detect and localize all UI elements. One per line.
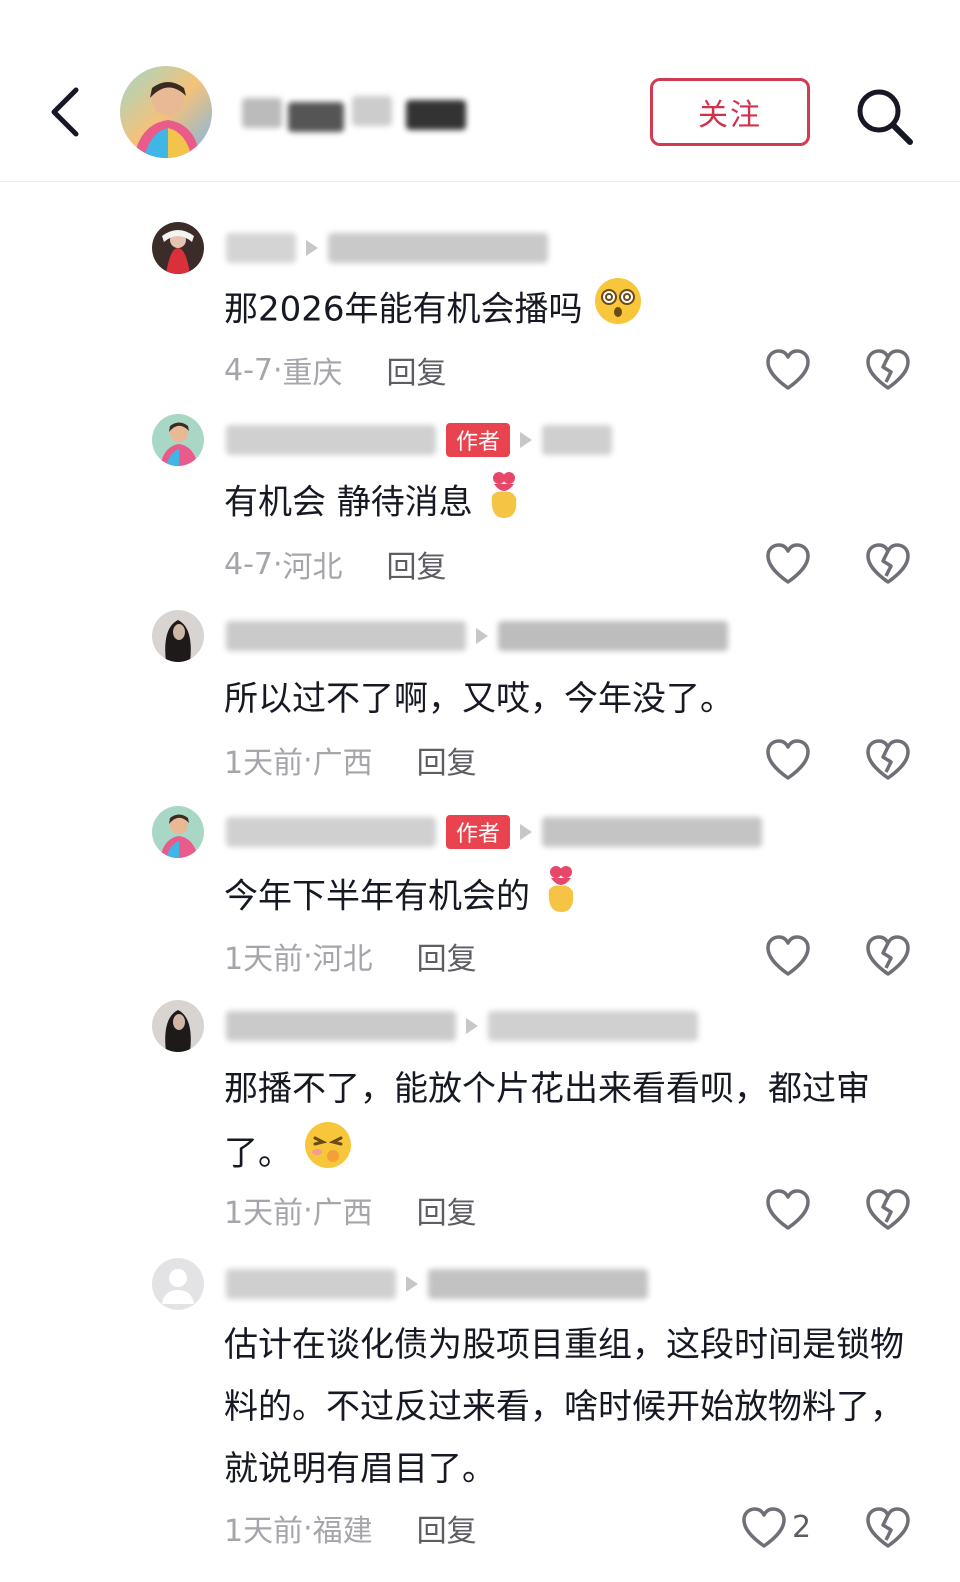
comment-text: 那播不了，能放个片花出来看看呗，都过审了。: [224, 1058, 914, 1190]
like-button[interactable]: [764, 542, 812, 586]
heart-hands-emoji-icon: [484, 468, 524, 540]
like-count: 2: [792, 1510, 812, 1545]
comment-time: 4-7: [224, 546, 273, 582]
heart-icon: [766, 739, 810, 780]
comment-time: 1天前: [224, 746, 304, 781]
comment-meta: 4-7 · 重庆 回复: [224, 348, 447, 392]
reply-arrow-icon: [520, 432, 533, 448]
user-placeholder-icon: [152, 1258, 204, 1310]
broken-heart-icon: [866, 349, 910, 390]
reply-arrow-icon: [476, 628, 488, 644]
comment-time: 1天前: [224, 1196, 304, 1231]
like-button[interactable]: [764, 1188, 812, 1232]
comment-location: 福建: [312, 1514, 373, 1549]
comment-meta: 1天前 · 河北 回复: [224, 934, 477, 978]
profile-name-redacted: [236, 86, 486, 138]
reply-button[interactable]: 回复: [417, 738, 477, 782]
profile-avatar[interactable]: [120, 66, 212, 158]
top-bar: 关注: [0, 0, 960, 182]
default-avatar[interactable]: [152, 1258, 204, 1310]
heart-icon: [766, 543, 810, 584]
comment-text: 有机会 静待消息: [224, 468, 914, 540]
comment-location: 河北: [282, 550, 343, 585]
author-avatar[interactable]: [152, 414, 204, 466]
comment-time: 1天前: [224, 942, 304, 977]
like-button[interactable]: [764, 738, 812, 782]
comment-time: 4-7: [224, 352, 273, 388]
commenter-name-redacted[interactable]: [226, 616, 728, 656]
comment-text: 估计在谈化债为股项目重组，这段时间是锁物料的。不过反过来看，啥时候开始放物料了，…: [224, 1325, 904, 1489]
reply-button[interactable]: 回复: [417, 934, 477, 978]
comment-text: 那2026年能有机会播吗: [224, 276, 914, 346]
like-button[interactable]: [764, 934, 812, 978]
comment-location: 广西: [312, 1196, 373, 1231]
author-badge: 作者: [446, 815, 511, 849]
dislike-button[interactable]: [864, 542, 912, 586]
like-button[interactable]: [740, 1506, 788, 1550]
commenter-name-redacted[interactable]: [226, 228, 548, 268]
search-icon: [857, 89, 913, 145]
comment-time: 1天前: [224, 1514, 304, 1549]
comment-meta: 1天前 · 广西 回复: [224, 738, 477, 782]
like-button[interactable]: [764, 348, 812, 392]
broken-heart-icon: [866, 739, 910, 780]
reply-button[interactable]: 回复: [387, 348, 447, 392]
reply-arrow-icon: [520, 824, 533, 840]
dislike-button[interactable]: [864, 934, 912, 978]
reply-arrow-icon: [466, 1018, 478, 1034]
follow-button[interactable]: 关注: [650, 78, 810, 146]
author-badge: 作者: [446, 423, 511, 457]
reply-button[interactable]: 回复: [417, 1506, 477, 1550]
broken-heart-icon: [866, 543, 910, 584]
commenter-avatar[interactable]: [152, 222, 204, 274]
comment-meta: 4-7 · 河北 回复: [224, 542, 447, 586]
commenter-name-redacted[interactable]: [226, 1264, 648, 1304]
dislike-button[interactable]: [864, 738, 912, 782]
comment-meta: 1天前 · 福建 回复: [224, 1506, 477, 1550]
search-button[interactable]: [852, 84, 916, 148]
broken-heart-icon: [866, 1189, 910, 1230]
commenter-name-redacted[interactable]: 作者: [226, 420, 613, 460]
reply-arrow-icon: [406, 1276, 418, 1292]
comment-text: 今年下半年有机会的: [224, 862, 914, 934]
comment-location: 广西: [312, 746, 373, 781]
dislike-button[interactable]: [864, 1188, 912, 1232]
dislike-button[interactable]: [864, 348, 912, 392]
heart-icon: [742, 1507, 786, 1548]
commenter-avatar[interactable]: [152, 1000, 204, 1052]
broken-heart-icon: [866, 1507, 910, 1548]
chevron-left-icon: [51, 87, 79, 137]
reply-button[interactable]: 回复: [417, 1188, 477, 1232]
commenter-name-redacted[interactable]: 作者: [226, 812, 763, 852]
heart-hands-emoji-icon: [541, 862, 581, 934]
heart-icon: [766, 1189, 810, 1230]
broken-heart-icon: [866, 935, 910, 976]
commenter-name-redacted[interactable]: [226, 1006, 698, 1046]
sneaky-face-emoji-icon: [303, 1120, 353, 1190]
comment-text: 所以过不了啊，又哎，今年没了。: [224, 679, 734, 719]
comment-meta: 1天前 · 广西 回复: [224, 1188, 477, 1232]
comment-location: 重庆: [282, 356, 343, 391]
dizzy-face-emoji-icon: [593, 276, 643, 346]
back-button[interactable]: [44, 84, 94, 140]
reply-arrow-icon: [306, 240, 318, 256]
author-avatar[interactable]: [152, 806, 204, 858]
commenter-avatar[interactable]: [152, 610, 204, 662]
dislike-button[interactable]: [864, 1506, 912, 1550]
reply-button[interactable]: 回复: [387, 542, 447, 586]
comment-location: 河北: [312, 942, 373, 977]
heart-icon: [766, 935, 810, 976]
heart-icon: [766, 349, 810, 390]
